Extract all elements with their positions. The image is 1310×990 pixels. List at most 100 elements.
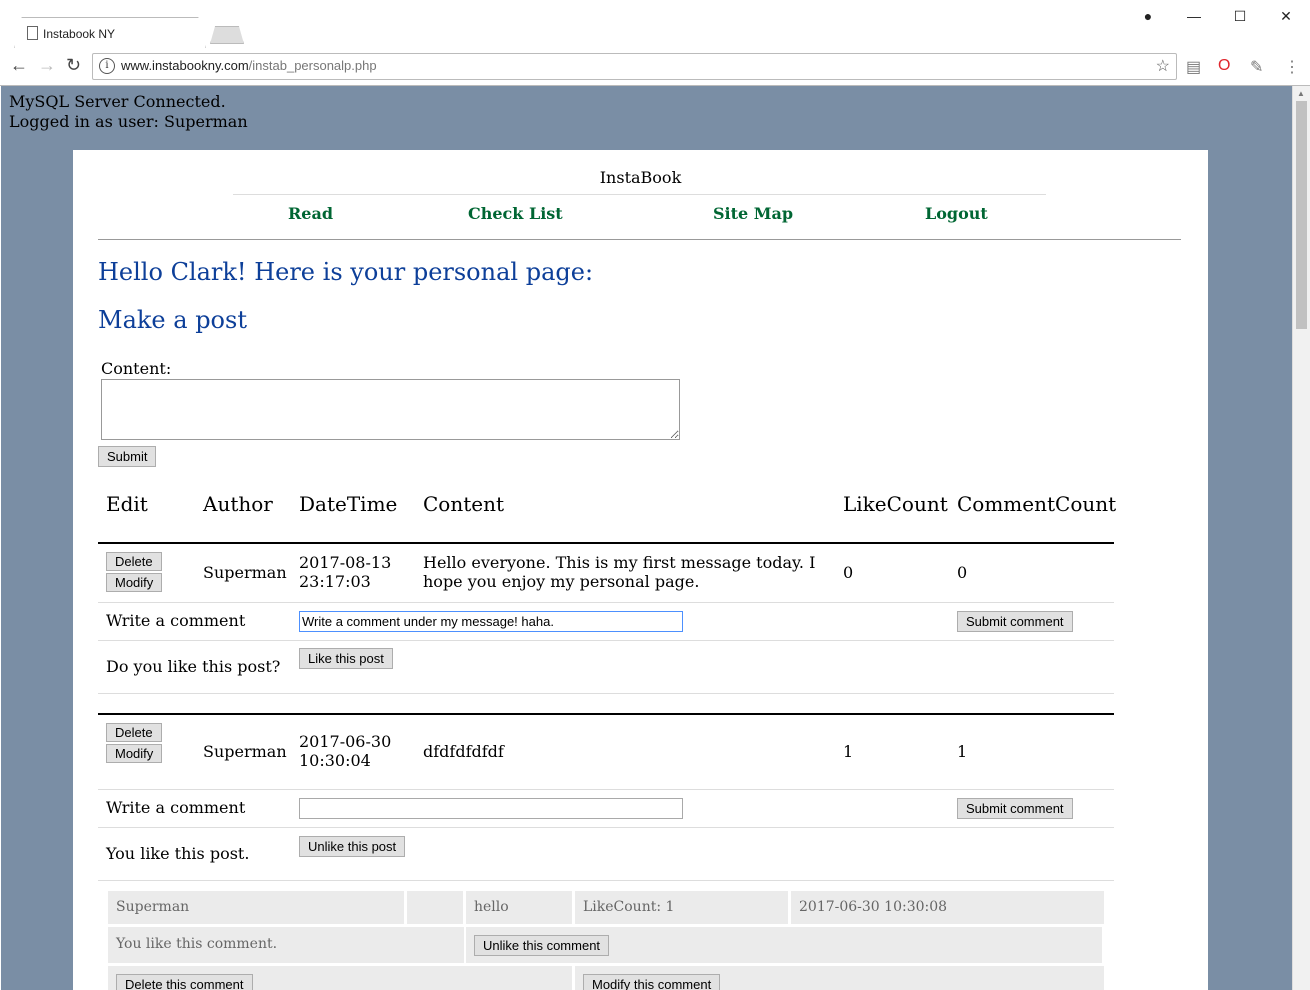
- info-icon[interactable]: i: [99, 58, 115, 74]
- comment-author: Superman: [116, 899, 190, 915]
- maximize-icon[interactable]: ☐: [1220, 4, 1260, 28]
- post-divider: [98, 542, 1114, 544]
- nav-logout[interactable]: Logout: [925, 204, 988, 223]
- post-time: 10:30:04: [299, 751, 371, 770]
- header-content: Content: [423, 492, 505, 516]
- bookmark-star-icon[interactable]: ☆: [1156, 56, 1170, 76]
- browser-titlebar: Instabook NY ● — ☐ ✕: [0, 0, 1310, 49]
- like-prompt: Do you like this post?: [106, 657, 281, 676]
- page-viewport: MySQL Server Connected. Logged in as use…: [1, 86, 1292, 990]
- browser-toolbar: ← → ↻ i www.instabookny.com/instab_perso…: [0, 48, 1310, 86]
- make-post-heading: Make a post: [98, 306, 247, 334]
- minimize-icon[interactable]: —: [1174, 4, 1214, 28]
- modify-comment-button[interactable]: Modify this comment: [583, 974, 721, 990]
- comment-like-status: You like this comment.: [116, 936, 278, 952]
- extension-icon[interactable]: ▤: [1186, 57, 1201, 77]
- post-content: Hello everyone. This is my first message…: [423, 553, 816, 591]
- like-prompt: You like this post.: [106, 844, 250, 863]
- write-comment-label: Write a comment: [106, 611, 246, 630]
- comment-datetime: 2017-06-30 10:30:08: [799, 899, 948, 915]
- header-likecount: LikeCount: [843, 492, 948, 516]
- nav-check-list[interactable]: Check List: [468, 204, 563, 223]
- opera-icon[interactable]: O: [1218, 57, 1230, 75]
- modify-post-button[interactable]: Modify: [106, 573, 163, 592]
- comment-likecount: LikeCount: 1: [583, 899, 675, 915]
- header-commentcount: CommentCount: [957, 492, 1117, 516]
- header-edit: Edit: [106, 492, 148, 516]
- post-comment-count: 0: [957, 563, 968, 582]
- delete-post-button[interactable]: Delete: [106, 723, 162, 742]
- comment-unlike-cell: Unlike this comment: [466, 927, 1102, 963]
- write-comment-label: Write a comment: [106, 798, 246, 817]
- profile-icon[interactable]: ●: [1128, 4, 1168, 28]
- delete-post-button[interactable]: Delete: [106, 552, 162, 571]
- scroll-up-icon[interactable]: ▲: [1297, 89, 1305, 98]
- header-author: Author: [203, 492, 273, 516]
- new-tab-button[interactable]: [210, 26, 244, 44]
- greeting-heading: Hello Clark! Here is your personal page:: [98, 258, 594, 286]
- forward-icon[interactable]: →: [38, 55, 56, 75]
- nav-divider: [98, 239, 1181, 240]
- url-domain: www.instabookny.com: [121, 58, 249, 73]
- delete-comment-button[interactable]: Delete this comment: [116, 974, 253, 990]
- comment-author-cell: Superman: [108, 891, 404, 924]
- post-divider: [98, 713, 1114, 715]
- scroll-thumb[interactable]: [1296, 101, 1307, 329]
- submit-post-button[interactable]: Submit: [98, 446, 157, 467]
- nav-site-map[interactable]: Site Map: [713, 204, 793, 223]
- comment-like-status-cell: You like this comment.: [108, 927, 464, 963]
- reload-icon[interactable]: ↻: [66, 55, 81, 75]
- unlike-post-button[interactable]: Unlike this post: [299, 836, 406, 857]
- post-date: 2017-06-30: [299, 732, 392, 751]
- post-like-count: 0: [843, 563, 854, 582]
- post-author: Superman: [203, 742, 287, 761]
- post-like-count: 1: [843, 742, 854, 761]
- post-content-textarea[interactable]: [101, 379, 680, 440]
- submit-comment-button[interactable]: Submit comment: [957, 611, 1073, 632]
- row-divider: [98, 640, 1114, 641]
- pen-icon[interactable]: ✎: [1250, 57, 1263, 77]
- modify-post-button[interactable]: Modify: [106, 744, 163, 763]
- header-datetime: DateTime: [299, 492, 398, 516]
- brand-divider: [233, 194, 1046, 195]
- comment-input[interactable]: [299, 798, 683, 819]
- page-icon: [27, 26, 38, 40]
- url-text: www.instabookny.com/instab_personalp.php: [121, 58, 377, 73]
- comment-text-cell: hello: [466, 891, 572, 924]
- post-author: Superman: [203, 563, 287, 582]
- close-icon[interactable]: ✕: [1266, 4, 1306, 28]
- comment-delete-cell: Delete this comment: [108, 966, 572, 990]
- main-container: InstaBook Read Check List Site Map Logou…: [73, 150, 1208, 990]
- status-line-1: MySQL Server Connected.: [9, 92, 226, 111]
- comment-modify-cell: Modify this comment: [575, 966, 1104, 990]
- row-divider: [98, 880, 1114, 881]
- content-label: Content:: [101, 359, 172, 378]
- row-divider: [98, 693, 1114, 694]
- unlike-comment-button[interactable]: Unlike this comment: [474, 935, 610, 956]
- page-scrollbar[interactable]: ▲: [1292, 86, 1310, 990]
- tab-title: Instabook NY: [43, 27, 116, 41]
- like-post-button[interactable]: Like this post: [299, 648, 393, 669]
- row-divider: [98, 602, 1114, 603]
- post-date: 2017-08-13: [299, 553, 392, 572]
- comment-blank-cell: [407, 891, 463, 924]
- site-brand: InstaBook: [599, 168, 682, 187]
- url-path: /instab_personalp.php: [248, 58, 377, 73]
- comment-text: hello: [474, 899, 509, 915]
- post-time: 23:17:03: [299, 572, 371, 591]
- row-divider: [98, 827, 1114, 828]
- comment-input[interactable]: [299, 611, 683, 632]
- post-comment-count: 1: [957, 742, 968, 761]
- back-icon[interactable]: ←: [10, 55, 28, 75]
- connection-status: MySQL Server Connected. Logged in as use…: [9, 92, 248, 132]
- post-content: dfdfdfdfdf: [423, 742, 504, 761]
- nav-read[interactable]: Read: [288, 204, 333, 223]
- comment-likecount-cell: LikeCount: 1: [575, 891, 788, 924]
- menu-icon[interactable]: ⋮: [1284, 57, 1300, 77]
- status-line-2: Logged in as user: Superman: [9, 112, 248, 131]
- address-bar[interactable]: i www.instabookny.com/instab_personalp.p…: [92, 53, 1177, 80]
- comment-datetime-cell: 2017-06-30 10:30:08: [791, 891, 1104, 924]
- browser-tab[interactable]: Instabook NY: [14, 17, 206, 49]
- row-divider: [98, 789, 1114, 790]
- submit-comment-button[interactable]: Submit comment: [957, 798, 1073, 819]
